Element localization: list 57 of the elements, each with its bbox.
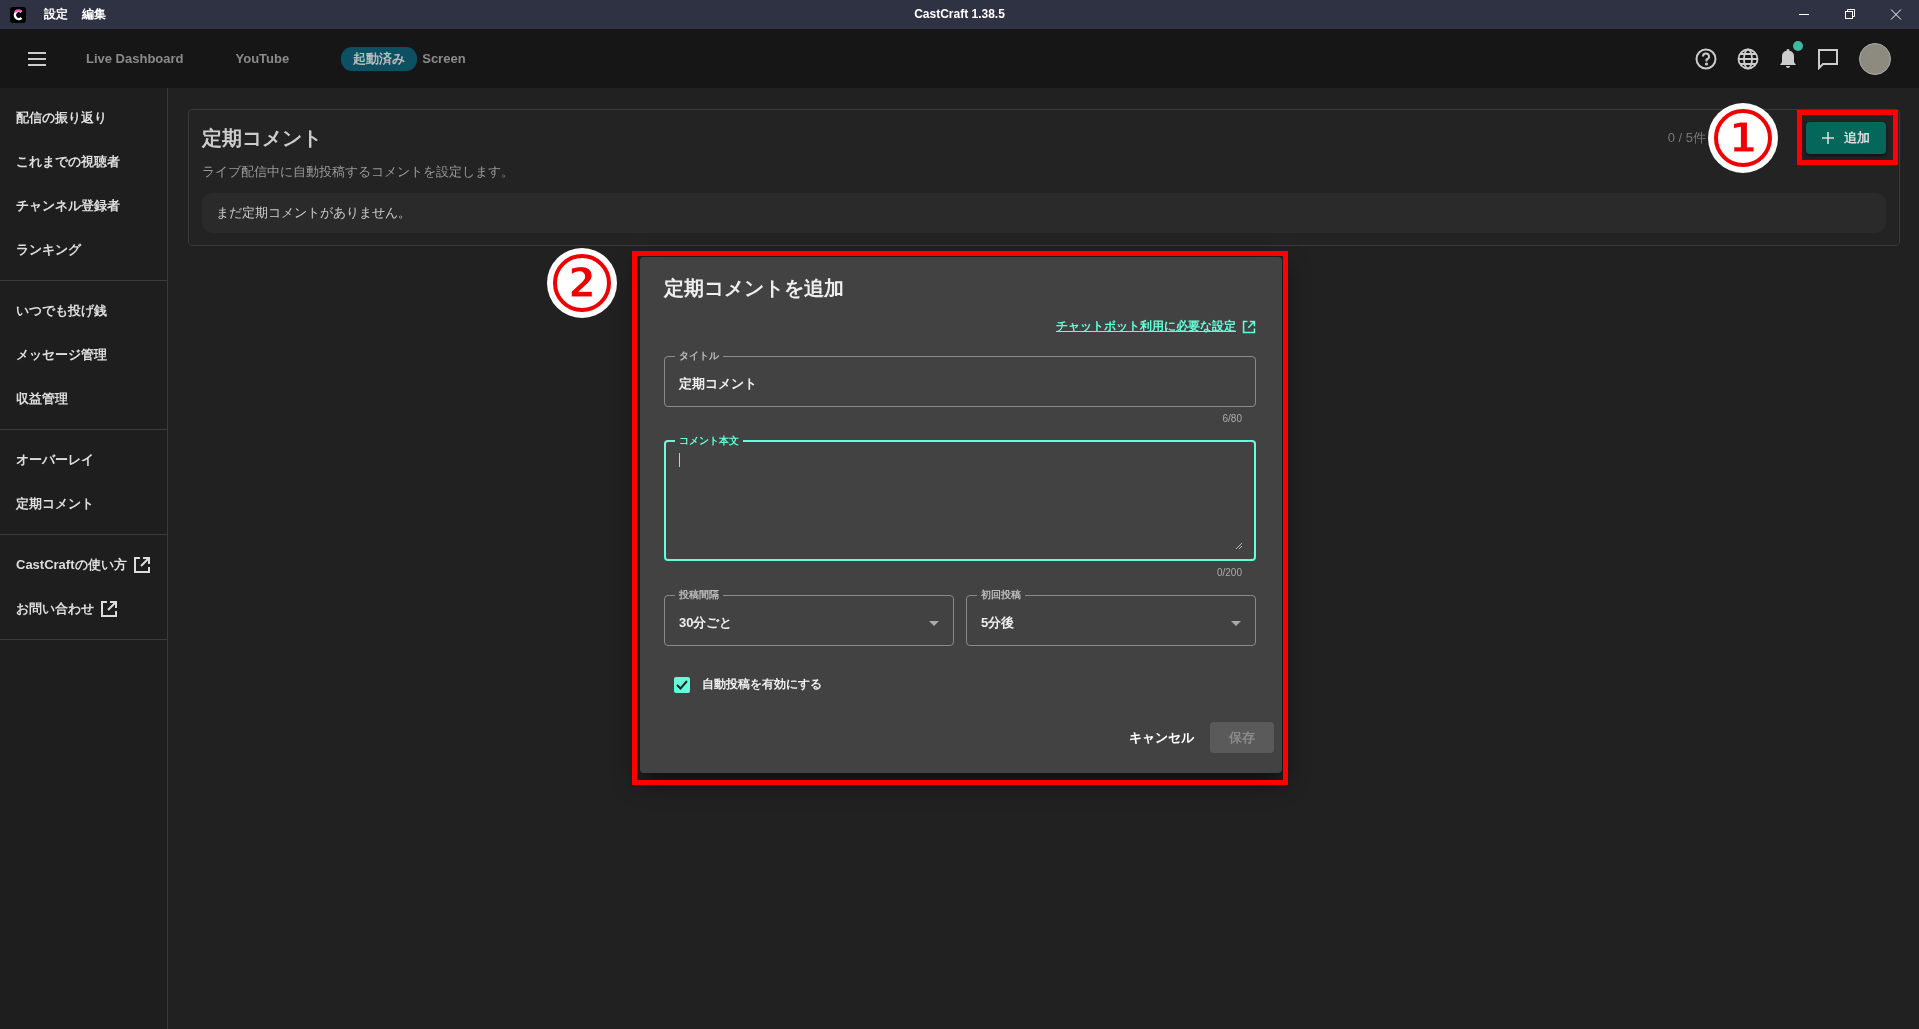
field-label: 初回投稿 <box>980 589 1022 601</box>
external-link-icon <box>100 600 118 618</box>
resize-grip-icon <box>1235 542 1242 549</box>
select-value: 30分ごと <box>679 614 733 632</box>
caret-icon <box>1231 620 1241 626</box>
char-counter: 6/80 <box>1221 413 1243 425</box>
select-value: 5分後 <box>981 614 1015 632</box>
external-link-icon <box>132 556 151 574</box>
help-icon[interactable] <box>1695 47 1717 70</box>
external-link-icon <box>1242 319 1256 334</box>
sidebar-item[interactable]: ランキング <box>0 228 167 272</box>
field-label: タイトル <box>678 350 720 362</box>
sidebar-item[interactable]: オーバーレイ <box>0 438 167 482</box>
menu-icon[interactable] <box>28 51 46 66</box>
field-label: 投稿間隔 <box>678 589 720 601</box>
add-button[interactable]: 追加 <box>1806 122 1886 154</box>
char-counter: 0/200 <box>1215 567 1243 579</box>
checkbox-label[interactable]: 自動投稿を有効にする <box>702 676 822 693</box>
field-label: コメント本文 <box>678 435 740 447</box>
plus-icon <box>1822 132 1834 144</box>
callout-number: 2 <box>547 248 617 318</box>
text-cursor <box>679 453 680 467</box>
help-link[interactable]: チャットボット利用に必要な設定 <box>1056 318 1256 335</box>
sidebar-item[interactable]: メッセージ管理 <box>0 333 167 377</box>
sidebar-item[interactable]: 収益管理 <box>0 377 167 421</box>
sidebar-item[interactable]: いつでも投げ銭 <box>0 289 167 333</box>
nav-link[interactable]: Live Dashboard <box>86 51 184 66</box>
checkbox[interactable] <box>674 676 690 693</box>
page-description: ライブ配信中に自動投稿するコメントを設定します。 <box>202 164 515 181</box>
window-title: CastCraft 1.38.5 <box>914 7 1005 21</box>
nav-link[interactable]: YouTube <box>235 51 290 66</box>
field-value: 定期コメント <box>679 375 757 393</box>
dropdown-select[interactable]: 初回投稿 5分後 <box>966 589 1256 646</box>
page-title: 定期コメント <box>202 125 322 151</box>
title-field[interactable]: タイトル 定期コメント <box>664 350 1256 407</box>
caret-icon <box>929 620 939 626</box>
comment-textarea[interactable]: コメント本文 <box>664 435 1256 561</box>
chat-icon[interactable] <box>1817 47 1839 70</box>
status-badge: 起動済み <box>341 46 418 71</box>
sidebar-item[interactable]: チャンネル登録者 <box>0 184 167 228</box>
sidebar-item[interactable]: 定期コメント <box>0 482 167 526</box>
sidebar-item[interactable]: お問い合わせ <box>0 587 167 631</box>
globe-icon[interactable] <box>1737 47 1759 70</box>
sidebar-item[interactable]: CastCraftの使い方 <box>0 543 167 587</box>
sidebar-item[interactable]: 配信の振り返り <box>0 96 167 140</box>
cancel-button[interactable]: キャンセル <box>1127 722 1196 753</box>
menu-item[interactable]: 編集 <box>82 6 106 23</box>
bell-icon[interactable] <box>1779 47 1797 70</box>
app-logo-icon <box>10 6 26 23</box>
avatar[interactable] <box>1859 42 1891 75</box>
dialog-title: 定期コメントを追加 <box>664 276 845 301</box>
empty-message: まだ定期コメントがありません。 <box>202 193 1886 233</box>
menu-item[interactable]: 設定 <box>44 6 68 23</box>
nav-link[interactable]: Screen <box>422 51 466 66</box>
comment-count: 0 / 5件 <box>1667 129 1706 147</box>
dropdown-select[interactable]: 投稿間隔 30分ごと <box>664 589 954 646</box>
sidebar-item[interactable]: これまでの視聴者 <box>0 140 167 184</box>
